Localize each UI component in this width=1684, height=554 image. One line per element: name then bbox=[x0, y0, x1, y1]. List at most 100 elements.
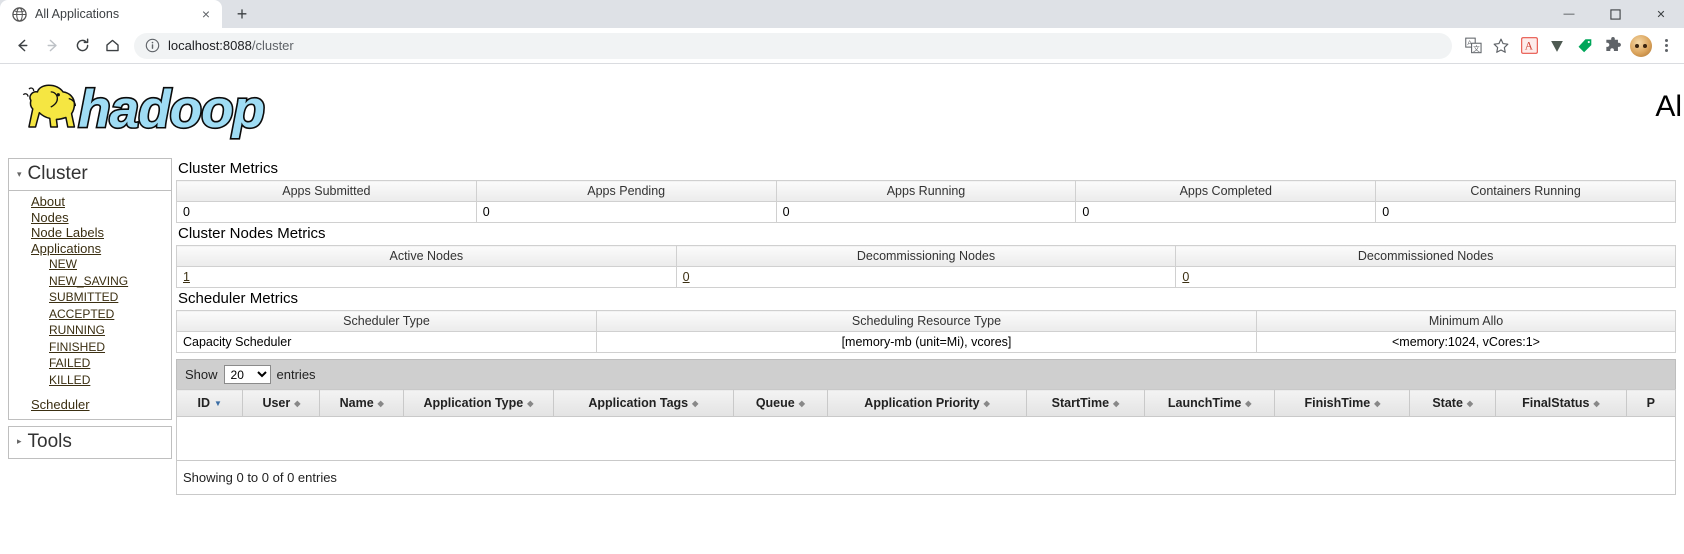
sidebar-section-tools: ▸ Tools bbox=[8, 425, 172, 459]
translate-icon[interactable]: A 文 bbox=[1460, 33, 1486, 59]
close-icon[interactable]: × bbox=[198, 6, 214, 22]
page-body: ▾ Cluster About Nodes Node Labels Applic… bbox=[0, 152, 1684, 495]
new-tab-button[interactable]: + bbox=[228, 0, 256, 28]
col-id[interactable]: ID ▼ bbox=[175, 389, 244, 417]
sidebar-item-state-running[interactable]: RUNNING bbox=[49, 322, 171, 339]
sidebar-link-new-saving[interactable]: NEW_SAVING bbox=[49, 274, 128, 288]
sort-arrow-icon: ◆ bbox=[1113, 399, 1120, 409]
adobe-acrobat-icon[interactable]: A bbox=[1516, 33, 1542, 59]
col-queue[interactable]: Queue ◆ bbox=[732, 389, 828, 417]
sidebar-spacer bbox=[31, 388, 171, 397]
sort-arrow-icon: ◆ bbox=[692, 399, 699, 409]
chevron-right-icon[interactable]: ▸ bbox=[17, 437, 22, 446]
green-tag-icon[interactable] bbox=[1572, 33, 1598, 59]
sidebar-link-killed[interactable]: KILLED bbox=[49, 373, 90, 387]
scheduler-metrics-title: Scheduler Metrics bbox=[178, 290, 299, 307]
col-minimum-allocation: Minimum Allo bbox=[1256, 310, 1676, 332]
sidebar-link-new[interactable]: NEW bbox=[49, 257, 77, 271]
sidebar-item-state-accepted[interactable]: ACCEPTED bbox=[49, 306, 171, 323]
three-dot-menu-icon[interactable] bbox=[1656, 33, 1676, 59]
sidebar-app-state-list: NEW NEW_SAVING SUBMITTED ACCEPTED RUNNIN… bbox=[31, 256, 171, 388]
page-content: hadoop Al ▾ Cluster About Nodes Node Lab… bbox=[0, 64, 1684, 554]
profile-avatar-icon[interactable] bbox=[1628, 33, 1654, 59]
sort-arrow-icon: ◆ bbox=[1593, 399, 1600, 409]
col-application-tags[interactable]: Application Tags ◆ bbox=[552, 389, 734, 417]
sidebar-link-failed[interactable]: FAILED bbox=[49, 356, 90, 370]
cell-active-nodes: 1 bbox=[176, 266, 677, 288]
sidebar-item-nodes[interactable]: Nodes bbox=[31, 210, 171, 226]
window-minimize-button[interactable]: — bbox=[1546, 0, 1592, 28]
bookmark-star-icon[interactable] bbox=[1488, 33, 1514, 59]
col-name[interactable]: Name ◆ bbox=[319, 389, 404, 417]
col-launch-time[interactable]: LaunchTime ◆ bbox=[1143, 389, 1276, 417]
sidebar-link-finished[interactable]: FINISHED bbox=[49, 340, 105, 354]
col-user[interactable]: User ◆ bbox=[242, 389, 321, 417]
applications-length-toolbar: Show 20 50 100 entries bbox=[176, 359, 1676, 389]
sidebar-cluster-list: About Nodes Node Labels Applications NEW bbox=[9, 191, 171, 419]
window-close-button[interactable]: ✕ bbox=[1638, 0, 1684, 28]
sidebar-tools-header[interactable]: ▸ Tools bbox=[9, 427, 171, 458]
col-apps-pending: Apps Pending bbox=[475, 180, 777, 202]
cell-decommissioning-nodes: 0 bbox=[675, 266, 1177, 288]
sidebar-cluster-header[interactable]: ▾ Cluster bbox=[9, 159, 171, 191]
sidebar-item-about[interactable]: About bbox=[31, 194, 171, 210]
forward-icon[interactable] bbox=[38, 32, 66, 60]
link-decommissioning-nodes[interactable]: 0 bbox=[683, 270, 690, 284]
col-containers-running: Containers Running bbox=[1375, 180, 1676, 202]
window-maximize-button[interactable] bbox=[1592, 0, 1638, 28]
sidebar-item-scheduler[interactable]: Scheduler bbox=[31, 397, 171, 413]
applications-table: ID ▼ User ◆ Name ◆ Application Type ◆ Applic… bbox=[175, 389, 1677, 461]
cell-apps-submitted: 0 bbox=[176, 201, 477, 223]
col-name-label: Name bbox=[339, 396, 374, 410]
col-application-type[interactable]: Application Type ◆ bbox=[402, 389, 554, 417]
col-progress-label: P bbox=[1646, 396, 1655, 410]
cell-scheduler-type: Capacity Scheduler bbox=[176, 331, 597, 353]
vimeo-v-icon[interactable] bbox=[1544, 33, 1570, 59]
window-controls: — ✕ bbox=[1546, 0, 1684, 28]
sidebar-link-node-labels[interactable]: Node Labels bbox=[31, 225, 104, 240]
col-final-status[interactable]: FinalStatus ◆ bbox=[1495, 389, 1627, 417]
col-id-label: ID bbox=[197, 396, 210, 410]
sidebar-link-applications[interactable]: Applications bbox=[31, 241, 101, 256]
sidebar-item-state-killed[interactable]: KILLED bbox=[49, 372, 171, 389]
sidebar-cluster-label: Cluster bbox=[27, 163, 88, 184]
back-icon[interactable] bbox=[8, 32, 36, 60]
sidebar-link-nodes[interactable]: Nodes bbox=[31, 210, 69, 225]
address-bar[interactable]: localhost:8088/cluster bbox=[134, 32, 1452, 59]
sidebar-item-state-submitted[interactable]: SUBMITTED bbox=[49, 289, 171, 306]
table-header-row: Active Nodes Decommissioning Nodes Decom… bbox=[176, 245, 1676, 267]
extensions-puzzle-icon[interactable] bbox=[1600, 33, 1626, 59]
link-active-nodes[interactable]: 1 bbox=[183, 270, 190, 284]
browser-chrome: All Applications × + — ✕ localhost:8088/… bbox=[0, 0, 1684, 64]
sidebar-item-state-new[interactable]: NEW bbox=[49, 256, 171, 273]
col-user-label: User bbox=[262, 396, 291, 410]
page-size-select[interactable]: 20 50 100 bbox=[223, 365, 271, 384]
col-application-priority[interactable]: Application Priority ◆ bbox=[826, 389, 1028, 417]
tab-strip: All Applications × + — ✕ bbox=[0, 0, 1684, 28]
sidebar-item-applications[interactable]: Applications bbox=[31, 241, 171, 257]
col-state[interactable]: State ◆ bbox=[1409, 389, 1497, 417]
sidebar-item-state-new-saving[interactable]: NEW_SAVING bbox=[49, 273, 171, 290]
sidebar-item-node-labels[interactable]: Node Labels bbox=[31, 225, 171, 241]
link-decommissioned-nodes[interactable]: 0 bbox=[1182, 270, 1189, 284]
col-finish-time[interactable]: FinishTime ◆ bbox=[1274, 389, 1411, 417]
sidebar-link-submitted[interactable]: SUBMITTED bbox=[49, 290, 118, 304]
sidebar-link-running[interactable]: RUNNING bbox=[49, 323, 105, 337]
site-header: hadoop Al bbox=[0, 64, 1684, 152]
sidebar-link-about[interactable]: About bbox=[31, 194, 65, 209]
sidebar-item-state-failed[interactable]: FAILED bbox=[49, 355, 171, 372]
home-icon[interactable] bbox=[98, 32, 126, 60]
col-progress[interactable]: P bbox=[1625, 389, 1677, 417]
col-application-priority-label: Application Priority bbox=[864, 396, 980, 410]
chevron-down-icon[interactable]: ▾ bbox=[17, 169, 22, 179]
sidebar-link-accepted[interactable]: ACCEPTED bbox=[49, 307, 114, 321]
col-start-time[interactable]: StartTime ◆ bbox=[1026, 389, 1145, 417]
browser-tab-all-applications[interactable]: All Applications × bbox=[0, 0, 222, 28]
reload-icon[interactable] bbox=[68, 32, 96, 60]
sidebar-link-scheduler[interactable]: Scheduler bbox=[31, 397, 90, 412]
sort-arrow-icon: ▼ bbox=[213, 399, 222, 409]
sidebar-item-state-finished[interactable]: FINISHED bbox=[49, 339, 171, 356]
info-icon[interactable] bbox=[144, 38, 160, 54]
table-header-row: Scheduler Type Scheduling Resource Type … bbox=[176, 310, 1676, 332]
address-bar-url: localhost:8088/cluster bbox=[168, 38, 294, 53]
